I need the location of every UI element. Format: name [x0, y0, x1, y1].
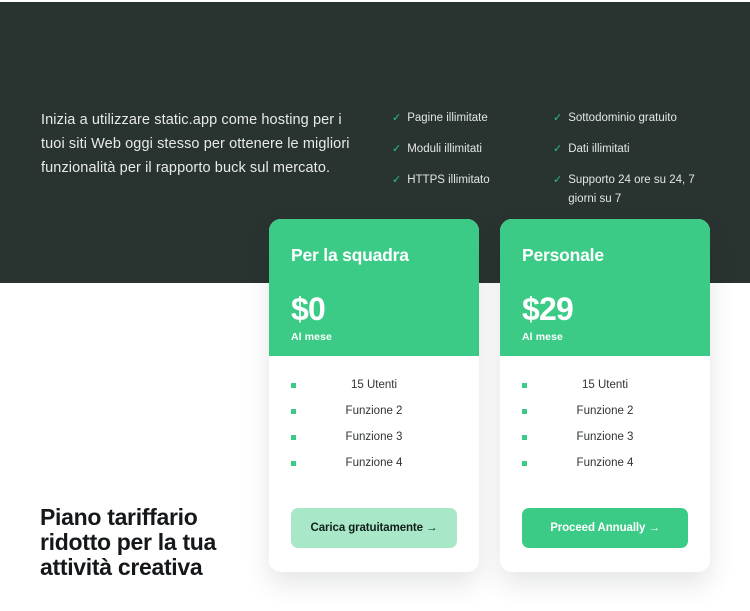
plan-title: Per la squadra: [291, 245, 409, 265]
check-icon: ✓: [392, 174, 402, 186]
pricing-card-personale: Personale $29 Al mese 15 Utenti Funzione…: [500, 219, 710, 572]
plan-title: Personale: [522, 245, 604, 265]
list-item: ✓ Supporto 24 ore su 24, 7 giorni su 7: [553, 171, 718, 209]
feature-check-column-1: ✓ Pagine illimitate ✓ Moduli illimitati …: [392, 109, 542, 202]
list-item: Funzione 3: [522, 428, 688, 447]
check-item-label: HTTPS illimitato: [407, 174, 490, 186]
check-item-label: Supporto 24 ore su 24, 7 giorni su 7: [568, 174, 695, 205]
list-item: Funzione 4: [291, 454, 457, 473]
check-icon: ✓: [553, 112, 563, 124]
list-item: ✓ Dati illimitati: [553, 140, 718, 159]
pricing-card-per-la-squadra: Per la squadra $0 Al mese 15 Utenti Funz…: [269, 219, 479, 572]
feature-label: Funzione 3: [345, 431, 403, 443]
list-item: ✓ Moduli illimitati: [392, 140, 542, 159]
check-item-label: Moduli illimitati: [407, 143, 482, 155]
list-item: Funzione 2: [291, 402, 457, 421]
plan-feature-list: 15 Utenti Funzione 2 Funzione 3 Funzione…: [500, 356, 710, 508]
check-icon: ✓: [392, 112, 402, 124]
check-item-label: Pagine illimitate: [407, 112, 488, 124]
list-item: Funzione 3: [291, 428, 457, 447]
check-icon: ✓: [553, 174, 563, 186]
check-icon: ✓: [553, 143, 563, 155]
proceed-annually-button[interactable]: Proceed Annually →: [522, 508, 688, 548]
feature-label: 15 Utenti: [350, 379, 398, 391]
pricing-card-footer: Carica gratuitamente →: [269, 508, 479, 572]
pricing-card-footer: Proceed Annually →: [500, 508, 710, 572]
feature-label: 15 Utenti: [581, 379, 629, 391]
feature-label: Funzione 3: [576, 431, 634, 443]
feature-label: Funzione 2: [345, 405, 403, 417]
list-item: 15 Utenti: [291, 376, 457, 395]
carica-gratuitamente-button[interactable]: Carica gratuitamente →: [291, 508, 457, 548]
list-item: 15 Utenti: [522, 376, 688, 395]
plan-price: $29: [522, 291, 574, 327]
pricing-card-header: Personale $29 Al mese: [500, 219, 710, 356]
feature-check-column-2: ✓ Sottodominio gratuito ✓ Dati illimitat…: [553, 109, 718, 221]
feature-label: Funzione 4: [576, 457, 634, 469]
check-item-label: Sottodominio gratuito: [568, 112, 677, 124]
list-item: ✓ Sottodominio gratuito: [553, 109, 718, 128]
pricing-card-header: Per la squadra $0 Al mese: [269, 219, 479, 356]
list-item: ✓ Pagine illimitate: [392, 109, 542, 128]
plan-period: Al mese: [291, 331, 332, 343]
feature-label: Funzione 2: [576, 405, 634, 417]
check-item-label: Dati illimitati: [568, 143, 630, 155]
list-item: Funzione 2: [522, 402, 688, 421]
plan-period: Al mese: [522, 331, 563, 343]
check-icon: ✓: [392, 143, 402, 155]
plan-price: $0: [291, 291, 326, 327]
feature-label: Funzione 4: [345, 457, 403, 469]
list-item: Funzione 4: [522, 454, 688, 473]
plan-feature-list: 15 Utenti Funzione 2 Funzione 3 Funzione…: [269, 356, 479, 508]
page-title: Piano tariffario ridotto per la tua atti…: [40, 504, 217, 580]
intro-paragraph: Inizia a utilizzare static.app come host…: [41, 112, 350, 176]
list-item: ✓ HTTPS illimitato: [392, 171, 542, 190]
